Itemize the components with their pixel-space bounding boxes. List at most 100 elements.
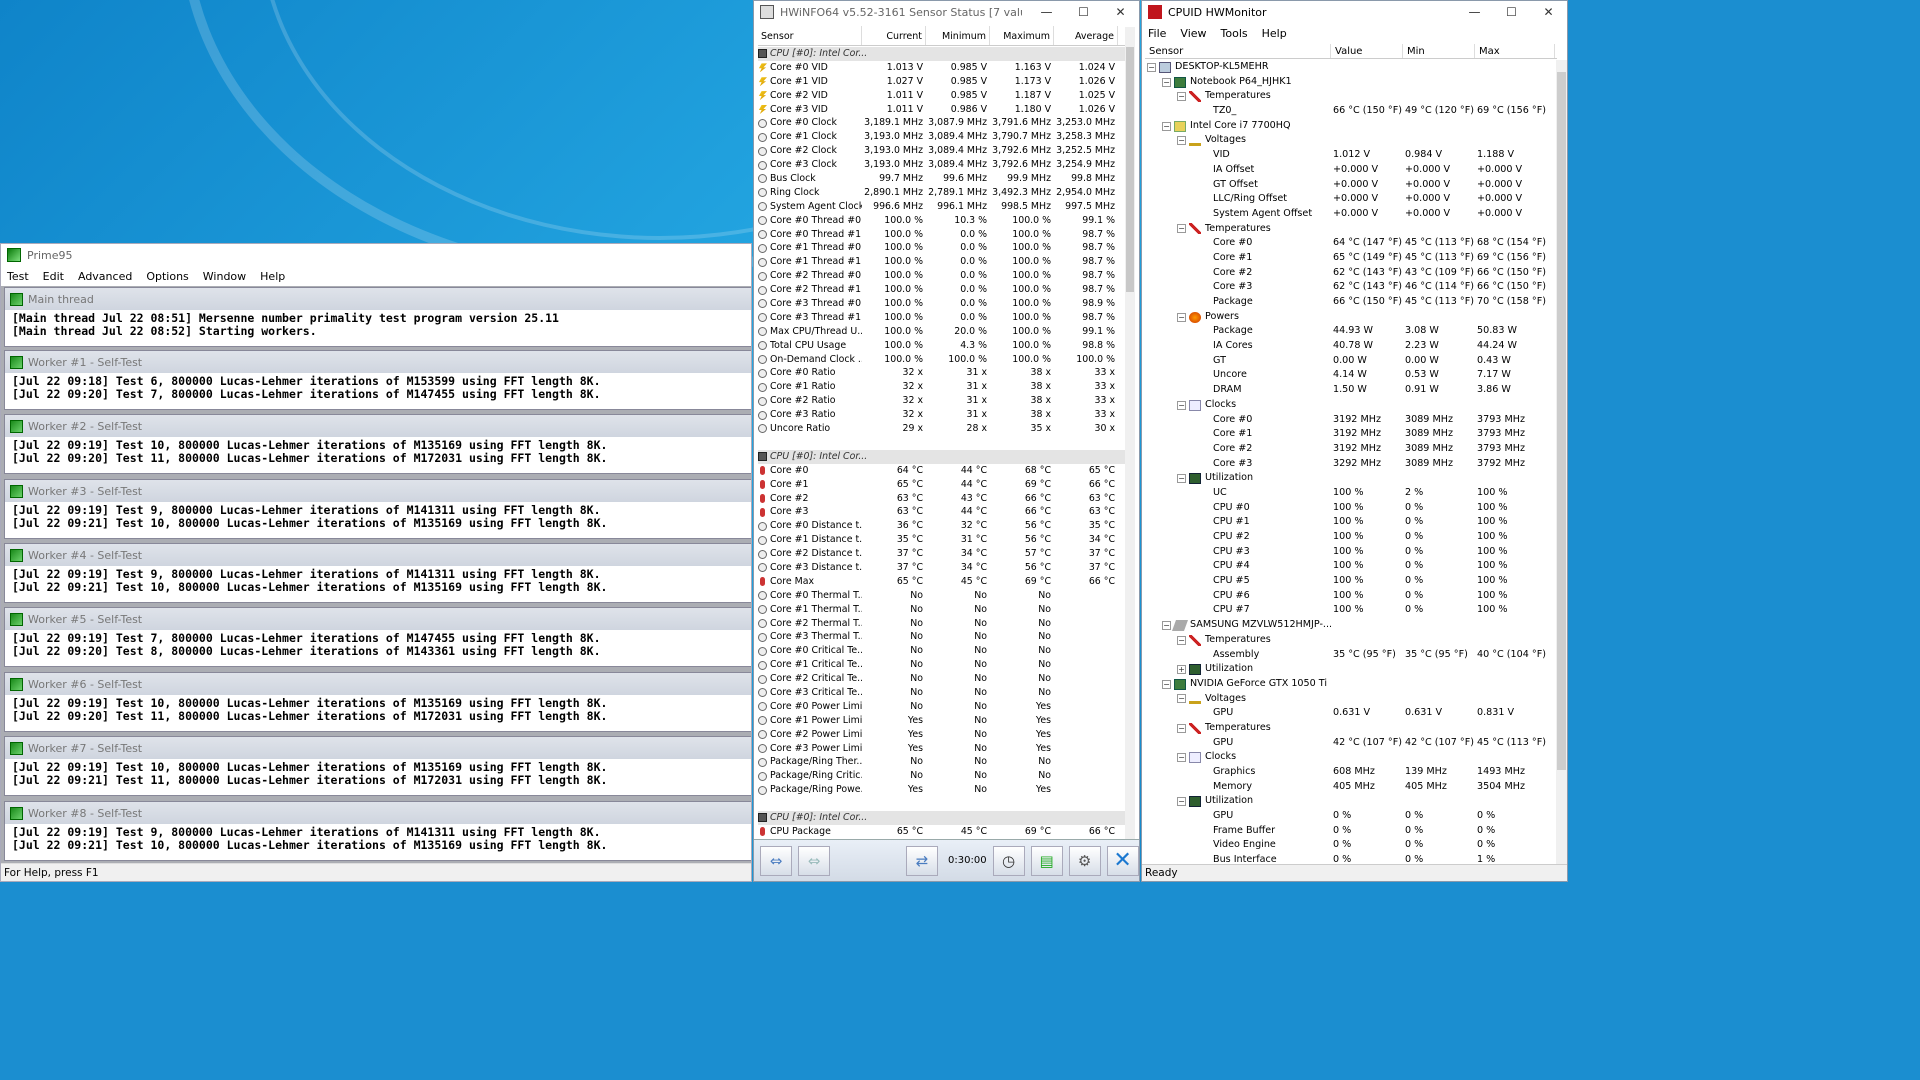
sensor-row[interactable]: Core #2 Thread #0... 100.0 % 0.0 % 100.0 % 9… <box>758 269 1128 283</box>
maximize-button[interactable]: ☐ <box>1493 1 1530 23</box>
menu-item[interactable]: Advanced <box>78 270 132 283</box>
collapse-icon[interactable]: − <box>1162 679 1171 689</box>
sensor-row[interactable]: Core #0 Distance t... 36 °C 32 °C 56 °C 35 °… <box>758 519 1128 533</box>
tree-node[interactable]: − Temperatures <box>1145 633 1557 648</box>
close-icon[interactable]: ✕ <box>1106 845 1139 876</box>
sensor-group-header[interactable]: CPU [#0]: Intel Cor... <box>758 47 1128 61</box>
tree-node[interactable]: + Utilization <box>1145 662 1557 677</box>
sensor-row[interactable]: Core #3 Power Limi... Yes No Yes <box>758 742 1128 756</box>
collapse-icon[interactable]: − <box>1147 62 1156 72</box>
collapse-icon[interactable]: − <box>1177 474 1186 484</box>
settings-icon[interactable]: ⚙ <box>1068 845 1101 876</box>
worker-window-titlebar[interactable]: Worker #8 - Self-Test <box>5 802 751 824</box>
sensor-row[interactable]: Core #1 Thread #1... 100.0 % 0.0 % 100.0 % 9… <box>758 255 1128 269</box>
sensor-row[interactable]: Core #2 Critical Te... No No No <box>758 672 1128 686</box>
worker-window[interactable]: Worker #1 - Self-Test [Jul 22 09:18] Test… <box>4 350 751 410</box>
tree-value-row[interactable]: CPU #6 100 % 0 % 100 % <box>1145 589 1557 604</box>
tree-node[interactable]: − Intel Core i7 7700HQ <box>1145 119 1557 134</box>
sensor-row[interactable]: Core #0 Thread #1... 100.0 % 0.0 % 100.0 % 9… <box>758 228 1128 242</box>
worker-window[interactable]: Worker #8 - Self-Test [Jul 22 09:19] Test… <box>4 801 751 861</box>
sensor-row[interactable]: Core #0 Critical Te... No No No <box>758 644 1128 658</box>
sensor-row[interactable]: Core #2 VID 1.011 V 0.985 V 1.187 V 1.025 V <box>758 89 1128 103</box>
tree-node[interactable]: − Clocks <box>1145 750 1557 765</box>
column-header[interactable]: Sensor <box>758 26 862 45</box>
tree-value-row[interactable]: Core #0 3192 MHz 3089 MHz 3793 MHz <box>1145 413 1557 428</box>
sensor-row[interactable]: System Agent Clock 996.6 MHz 996.1 MHz 998.… <box>758 200 1128 214</box>
tree-node[interactable]: − Powers <box>1145 310 1557 325</box>
tree-value-row[interactable]: Video Engine 0 % 0 % 0 % <box>1145 838 1557 853</box>
sensor-row[interactable]: Core #3 Thread #0... 100.0 % 0.0 % 100.0 % 9… <box>758 297 1128 311</box>
tree-value-row[interactable]: CPU #7 100 % 0 % 100 % <box>1145 603 1557 618</box>
collapse-icon[interactable]: − <box>1177 694 1186 704</box>
scrollbar-thumb[interactable] <box>1126 47 1134 292</box>
sensor-row[interactable]: Core #1 Ratio 32 x 31 x 38 x 33 x <box>758 380 1128 394</box>
sensor-row[interactable]: Core #0 VID 1.013 V 0.985 V 1.163 V 1.024 V <box>758 61 1128 75</box>
tree-node[interactable]: − SAMSUNG MZVLW512HMJP-... <box>1145 618 1557 633</box>
tree-node[interactable]: − Temperatures <box>1145 89 1557 104</box>
column-header[interactable]: Minimum <box>926 26 990 45</box>
tree-value-row[interactable]: Core #3 62 °C (143 °F) 46 °C (114 °F) 66 °C… <box>1145 280 1557 295</box>
scrollbar-thumb[interactable] <box>1557 72 1566 770</box>
sensor-row[interactable]: Max CPU/Thread U... 100.0 % 20.0 % 100.0 % 9… <box>758 325 1128 339</box>
sensor-row[interactable]: Core #1 Power Limi... Yes No Yes <box>758 714 1128 728</box>
tree-value-row[interactable]: LLC/Ring Offset +0.000 V +0.000 V +0.000 V <box>1145 192 1557 207</box>
menu-item[interactable]: Test <box>7 270 29 283</box>
sensor-row[interactable]: Core #3 Thread #1... 100.0 % 0.0 % 100.0 % 9… <box>758 311 1128 325</box>
collapse-icon[interactable]: − <box>1177 312 1186 322</box>
sensor-row[interactable]: Core #3 Critical Te... No No No <box>758 686 1128 700</box>
close-button[interactable]: ✕ <box>1102 1 1139 23</box>
sensor-row[interactable]: Core #2 Clock 3,193.0 MHz 3,089.4 MHz 3,792… <box>758 144 1128 158</box>
hwinfo-window[interactable]: HWiNFO64 v5.52-3161 Sensor Status [7 val… <box>753 0 1140 882</box>
tree-value-row[interactable]: CPU #5 100 % 0 % 100 % <box>1145 574 1557 589</box>
sensor-row[interactable]: Core #0 Power Limi... No No Yes <box>758 700 1128 714</box>
collapse-icon[interactable]: − <box>1162 620 1171 630</box>
column-header[interactable]: Min <box>1403 44 1475 58</box>
sensor-row[interactable]: Ring Clock 2,890.1 MHz 2,789.1 MHz 3,492.3 … <box>758 186 1128 200</box>
collapse-icon[interactable]: − <box>1177 753 1186 763</box>
sensor-row[interactable]: Core #0 64 °C 44 °C 68 °C 65 °C <box>758 464 1128 478</box>
column-header[interactable]: Current <box>862 26 926 45</box>
sensor-row[interactable]: Core #0 Thermal T... No No No <box>758 589 1128 603</box>
expand-icon[interactable]: + <box>1177 665 1186 675</box>
tree-value-row[interactable]: GPU 0.631 V 0.631 V 0.831 V <box>1145 706 1557 721</box>
sensor-row[interactable]: Core #2 Thread #1... 100.0 % 0.0 % 100.0 % 9… <box>758 283 1128 297</box>
clock-icon[interactable]: ◷ <box>992 845 1025 876</box>
sensor-row[interactable]: Bus Clock 99.7 MHz 99.6 MHz 99.9 MHz 99.8 MH… <box>758 172 1128 186</box>
tree-node[interactable]: − Notebook P64_HJHK1 <box>1145 75 1557 90</box>
sensor-row[interactable]: Total CPU Usage 100.0 % 4.3 % 100.0 % 98.8 % <box>758 339 1128 353</box>
tree-value-row[interactable]: Core #2 62 °C (143 °F) 43 °C (109 °F) 66 °C… <box>1145 266 1557 281</box>
worker-window[interactable]: Main thread [Main thread Jul 22 08:51] Me… <box>4 287 751 347</box>
tree-value-row[interactable]: Graphics 608 MHz 139 MHz 1493 MHz <box>1145 765 1557 780</box>
sensor-row[interactable]: Core #1 Thread #0... 100.0 % 0.0 % 100.0 % 9… <box>758 241 1128 255</box>
collapse-icon[interactable]: − <box>1177 635 1186 645</box>
worker-window-titlebar[interactable]: Main thread <box>5 288 751 310</box>
sensor-row[interactable]: Core #1 Thermal T... No No No <box>758 603 1128 617</box>
tree-value-row[interactable]: Core #2 3192 MHz 3089 MHz 3793 MHz <box>1145 442 1557 457</box>
hwmonitor-titlebar[interactable]: CPUID HWMonitor — ☐ ✕ <box>1142 1 1567 23</box>
collapse-icon[interactable]: − <box>1177 400 1186 410</box>
sensor-row[interactable]: Core #1 VID 1.027 V 0.985 V 1.173 V 1.026 V <box>758 75 1128 89</box>
sensor-row[interactable]: Core #1 65 °C 44 °C 69 °C 66 °C <box>758 478 1128 492</box>
column-header[interactable]: Average <box>1054 26 1118 45</box>
worker-window-titlebar[interactable]: Worker #5 - Self-Test <box>5 608 751 630</box>
tree-node[interactable]: − Clocks <box>1145 398 1557 413</box>
tree-value-row[interactable]: TZ0_ 66 °C (150 °F) 49 °C (120 °F) 69 °C (1… <box>1145 104 1557 119</box>
tree-node[interactable]: − Voltages <box>1145 692 1557 707</box>
nav-left-right-button[interactable]: ⇔ <box>760 845 792 876</box>
tree-node[interactable]: − Voltages <box>1145 133 1557 148</box>
tree-node[interactable]: − Utilization <box>1145 794 1557 809</box>
sensor-row[interactable]: Core #3 63 °C 44 °C 66 °C 63 °C <box>758 505 1128 519</box>
sensor-row[interactable]: Core #3 Thermal T... No No No <box>758 630 1128 644</box>
worker-window[interactable]: Worker #7 - Self-Test [Jul 22 09:19] Test… <box>4 736 751 796</box>
hwinfo-scrollbar[interactable] <box>1125 27 1135 839</box>
sensor-row[interactable]: Core #2 Ratio 32 x 31 x 38 x 33 x <box>758 394 1128 408</box>
menu-item[interactable]: Tools <box>1221 27 1248 40</box>
tree-value-row[interactable]: Core #1 3192 MHz 3089 MHz 3793 MHz <box>1145 427 1557 442</box>
tree-value-row[interactable]: GPU 0 % 0 % 0 % <box>1145 809 1557 824</box>
tree-value-row[interactable]: GT 0.00 W 0.00 W 0.43 W <box>1145 354 1557 369</box>
tree-value-row[interactable]: Assembly 35 °C (95 °F) 35 °C (95 °F) 40 °C … <box>1145 648 1557 663</box>
collapse-icon[interactable]: − <box>1177 723 1186 733</box>
prime95-window[interactable]: Prime95 Test Edit Advanced Options Window Hel… <box>0 243 752 882</box>
tree-value-row[interactable]: Package 44.93 W 3.08 W 50.83 W <box>1145 324 1557 339</box>
nav-right-left-button[interactable]: ⇔ <box>798 845 830 876</box>
